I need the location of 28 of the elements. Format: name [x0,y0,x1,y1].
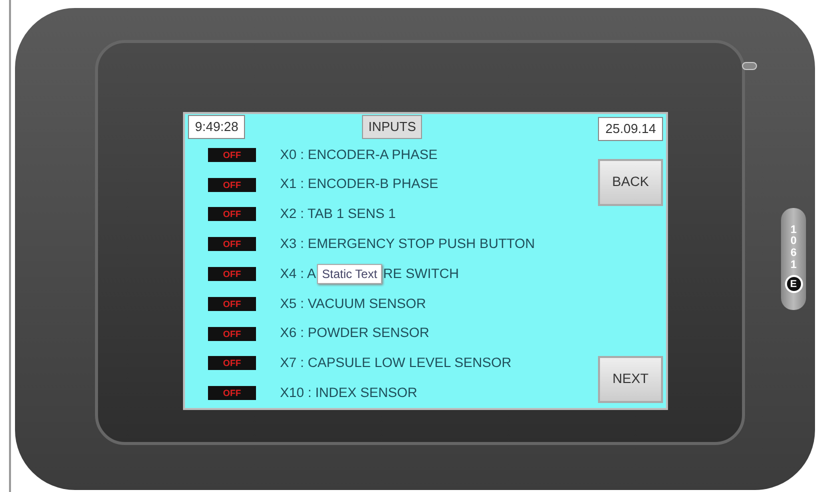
status-indicator: OFF [208,386,256,400]
status-indicator: OFF [208,178,256,192]
status-indicator: OFF [208,148,256,162]
input-label: RE SWITCH [383,264,459,283]
input-label: X1 : ENCODER-B PHASE [280,175,438,194]
status-indicator: OFF [208,207,256,222]
input-label: X0 : ENCODER-A PHASE [280,146,438,164]
brand-logo: E [784,275,802,294]
input-label: X6 : POWDER SENSOR [280,324,430,342]
input-label: X10 : INDEX SENSOR [280,384,418,402]
input-label: X3 : EMERGENCY STOP PUSH BUTTON [280,234,535,253]
input-label: X5 : VACUUM SENSOR [280,294,426,313]
next-button[interactable]: NEXT [598,356,663,402]
status-indicator: OFF [208,296,256,311]
date-display: 25.09.14 [598,117,663,140]
input-label: X2 : TAB 1 SENS 1 [280,205,396,224]
inputs-button[interactable]: INPUTS [362,115,422,139]
back-button[interactable]: BACK [598,158,663,206]
clock-display: 9:49:28 [188,115,246,139]
brand-text: 1061 [789,224,798,272]
tooltip: Static Text [317,264,382,284]
status-indicator: OFF [208,326,256,340]
status-indicator: OFF [208,237,256,252]
input-label: X7 : CAPSULE LOW LEVEL SENSOR [280,354,512,372]
status-indicator: OFF [208,356,256,370]
status-led [742,62,757,70]
input-label: X4 : A [280,264,316,283]
status-indicator: OFF [208,266,256,281]
